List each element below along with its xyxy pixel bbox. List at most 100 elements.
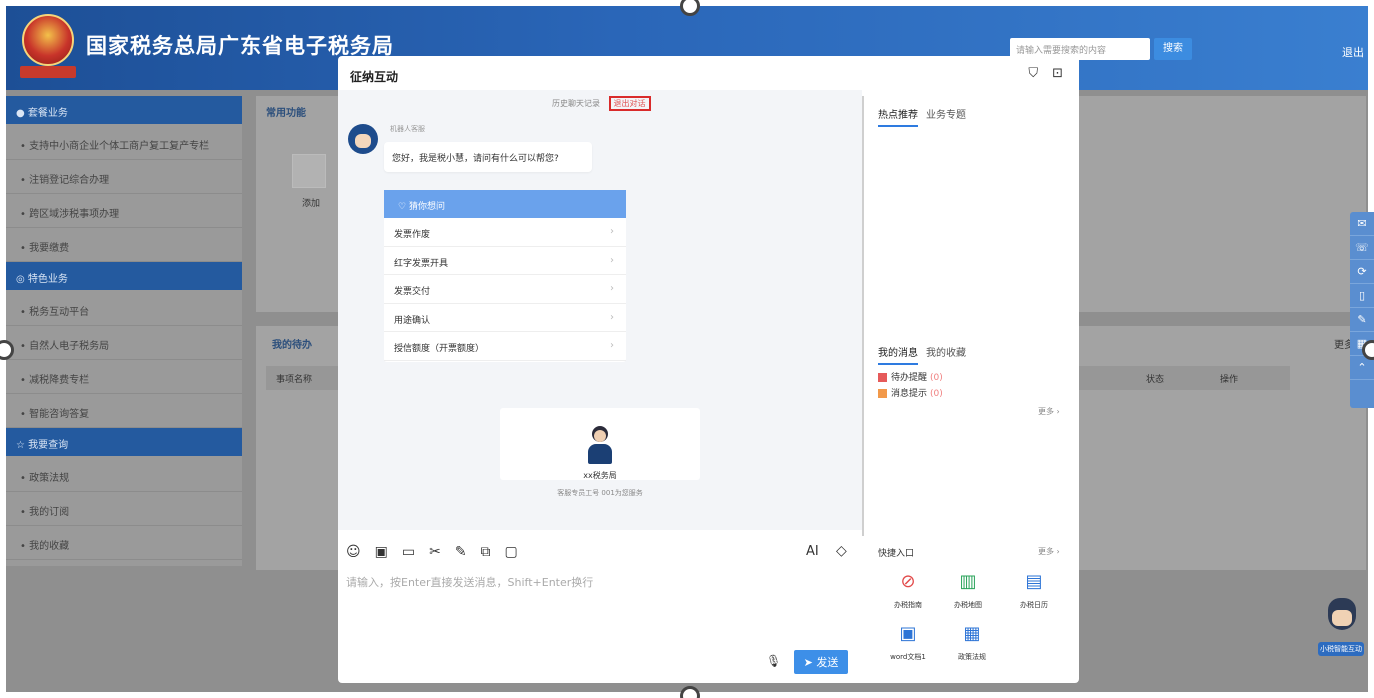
sidebar-section-packages[interactable]: ● 套餐业务 [6, 96, 242, 124]
sidebar-item[interactable]: • 我的订阅 [6, 492, 242, 526]
bot-name: 机器人客服 [390, 125, 425, 133]
sidebar-item[interactable]: • 注销登记综合办理 [6, 160, 242, 194]
faq-header: ♡ 猜你想问 [384, 190, 626, 218]
recommend-tabs: 热点推荐 业务专题 [878, 106, 974, 127]
bookmark-icon[interactable]: ▯ [1350, 284, 1374, 308]
scissors-icon[interactable]: ✂ [429, 544, 441, 560]
col-header: 操作 [1220, 375, 1239, 385]
message-tabs: 我的消息 我的收藏 [878, 344, 974, 365]
quick-entry-word-doc[interactable]: ▣ word文档1 [880, 622, 936, 662]
microphone-icon[interactable]: 🎙 [766, 654, 781, 668]
sidebar-item[interactable]: • 自然人电子税务局 [6, 326, 242, 360]
faq-item[interactable]: 发票交付 › [384, 275, 626, 304]
message-item[interactable]: 消息提示 (0) [878, 386, 943, 399]
interaction-dialog: 征纳互动 ⛉ ⊡ 历史聊天记录 退出对话 机器人客服 您好，我是税小慧，请问有什么… [338, 56, 1079, 683]
feedback-icon[interactable]: ✎ [1350, 308, 1374, 332]
chat-icon[interactable]: ✉ [1350, 212, 1374, 236]
agent-body [588, 444, 612, 464]
agent-avatar-icon [588, 426, 612, 464]
chevron-right-icon: › [610, 340, 614, 351]
map-icon: ▥ [959, 571, 977, 592]
calendar-icon: ▤ [1025, 571, 1043, 592]
message-icon[interactable]: ☏ [1350, 236, 1374, 260]
agent-face [594, 430, 606, 442]
assistant-face [1332, 610, 1352, 626]
assistant-fab-label: 小税智能互动 [1318, 642, 1364, 656]
dialog-controls: ⛉ ⊡ [1014, 66, 1063, 81]
sidebar-item[interactable]: • 我要缴费 [6, 228, 242, 262]
screen-icon[interactable]: ▢ [505, 544, 518, 560]
history-link[interactable]: 历史聊天记录 [552, 99, 600, 108]
floating-toolbar: ✉ ☏ ⟳ ▯ ✎ ▦ ⌃ [1350, 212, 1374, 408]
message-item[interactable]: 待办提醒 (0) [878, 370, 943, 383]
sidebar-item[interactable]: • 智能咨询答复 [6, 394, 242, 428]
notice-icon [878, 389, 887, 398]
input-toolbar: ☺ ▣ ▭ ✂ ✎ ⧉ ▢ [346, 544, 532, 560]
chat-messages: 历史聊天记录 退出对话 机器人客服 您好，我是税小慧，请问有什么可以帮您? ♡ … [338, 90, 862, 530]
faq-title: 猜你想问 [408, 202, 445, 212]
chevron-right-icon: › [610, 254, 614, 266]
reminder-icon [878, 373, 887, 382]
compass-icon: ⊘ [900, 571, 916, 592]
sidebar-item[interactable]: • 减税降费专栏 [6, 360, 242, 394]
quick-entry-tax-map[interactable]: ▥ 办税地图 [940, 570, 996, 610]
sidebar: ● 套餐业务 • 支持中小商企业个体工商户复工复产专栏 • 注销登记综合办理 •… [6, 96, 242, 566]
chevron-right-icon: › [610, 226, 614, 237]
tab-common-functions[interactable]: 常用功能 [266, 104, 306, 119]
faq-item[interactable]: 授信额度（开票额度） › [384, 332, 626, 361]
quick-entry-more-link[interactable]: 更多 › [1038, 546, 1060, 557]
greeting-message: 您好，我是税小慧，请问有什么可以帮您? [384, 142, 592, 172]
assistant-fab[interactable]: 小税智能互动 [1318, 598, 1364, 658]
faq-item[interactable]: 红字发票开具 › [384, 247, 626, 275]
ai-button[interactable]: AI [806, 544, 819, 559]
chevron-right-icon: › [610, 283, 614, 294]
faq-card: ♡ 猜你想问 发票作废 › 红字发票开具 › 发票交付 › 用途确认 › 授信额度（开票… [384, 190, 626, 362]
emoji-icon[interactable]: ☺ [346, 544, 361, 560]
col-header: 事项名称 [276, 375, 313, 385]
agent-description: 客服专员工号 001为您服务 [557, 489, 643, 497]
dialog-title: 征纳互动 [350, 70, 399, 84]
tab-business-topics[interactable]: 业务专题 [926, 110, 966, 121]
image-icon[interactable]: ▣ [375, 544, 388, 560]
column-divider [862, 96, 864, 536]
tab-my-messages[interactable]: 我的消息 [878, 348, 918, 365]
sidebar-item[interactable]: • 支持中小商企业个体工商户复工复产专栏 [6, 126, 242, 160]
tax-emblem-logo [22, 14, 74, 66]
send-button[interactable]: ➤ 发送 [794, 650, 848, 674]
faq-item[interactable]: 发票作废 › [384, 218, 626, 247]
window-icon[interactable]: ⊡ [1052, 66, 1063, 81]
chat-links: 历史聊天记录 退出对话 [552, 96, 651, 111]
sidebar-item[interactable]: • 跨区域涉税事项办理 [6, 194, 242, 228]
sidebar-item[interactable]: • 税务互动平台 [6, 292, 242, 326]
bot-avatar-icon [348, 124, 378, 154]
edit-icon[interactable]: ✎ [455, 544, 467, 560]
eraser-icon[interactable]: ◇ [836, 543, 847, 559]
todo-title: 我的待办 [272, 340, 312, 351]
share-icon[interactable]: ⟳ [1350, 260, 1374, 284]
faq-item[interactable]: 用途确认 › [384, 304, 626, 332]
folder-icon[interactable]: ▭ [402, 544, 415, 560]
clipboard-icon[interactable]: ⧉ [481, 544, 491, 560]
pin-icon[interactable]: ⛉ [1028, 66, 1038, 81]
quick-entry-policy[interactable]: ▦ 政策法规 [944, 622, 1000, 662]
add-function-icon[interactable] [292, 154, 326, 188]
search-button[interactable]: 搜索 [1154, 38, 1192, 60]
quick-entry-tax-calendar[interactable]: ▤ 办税日历 [1006, 570, 1062, 610]
quick-entry-title: 快捷入口 [878, 549, 915, 559]
tab-my-favorites[interactable]: 我的收藏 [926, 348, 966, 359]
tab-hot-recommend[interactable]: 热点推荐 [878, 110, 918, 127]
sidebar-section-query[interactable]: ☆ 我要查询 [6, 428, 242, 456]
logout-link[interactable]: 退出 [1342, 44, 1364, 60]
agent-name: xx税务局 [583, 471, 617, 480]
add-function-label: 添加 [302, 199, 321, 209]
exit-chat-link[interactable]: 退出对话 [608, 96, 651, 111]
sidebar-item[interactable]: • 政策法规 [6, 458, 242, 492]
sidebar-item[interactable]: • 我的收藏 [6, 526, 242, 560]
quick-entry-tax-guide[interactable]: ⊘ 办税指南 [880, 570, 936, 610]
messages-more-link[interactable]: 更多 › [1038, 406, 1060, 417]
col-header: 状态 [1146, 375, 1165, 385]
policy-icon: ▦ [963, 623, 981, 644]
chevron-right-icon: › [610, 311, 614, 323]
message-input[interactable] [346, 574, 846, 644]
sidebar-section-special[interactable]: ◎ 特色业务 [6, 262, 242, 290]
